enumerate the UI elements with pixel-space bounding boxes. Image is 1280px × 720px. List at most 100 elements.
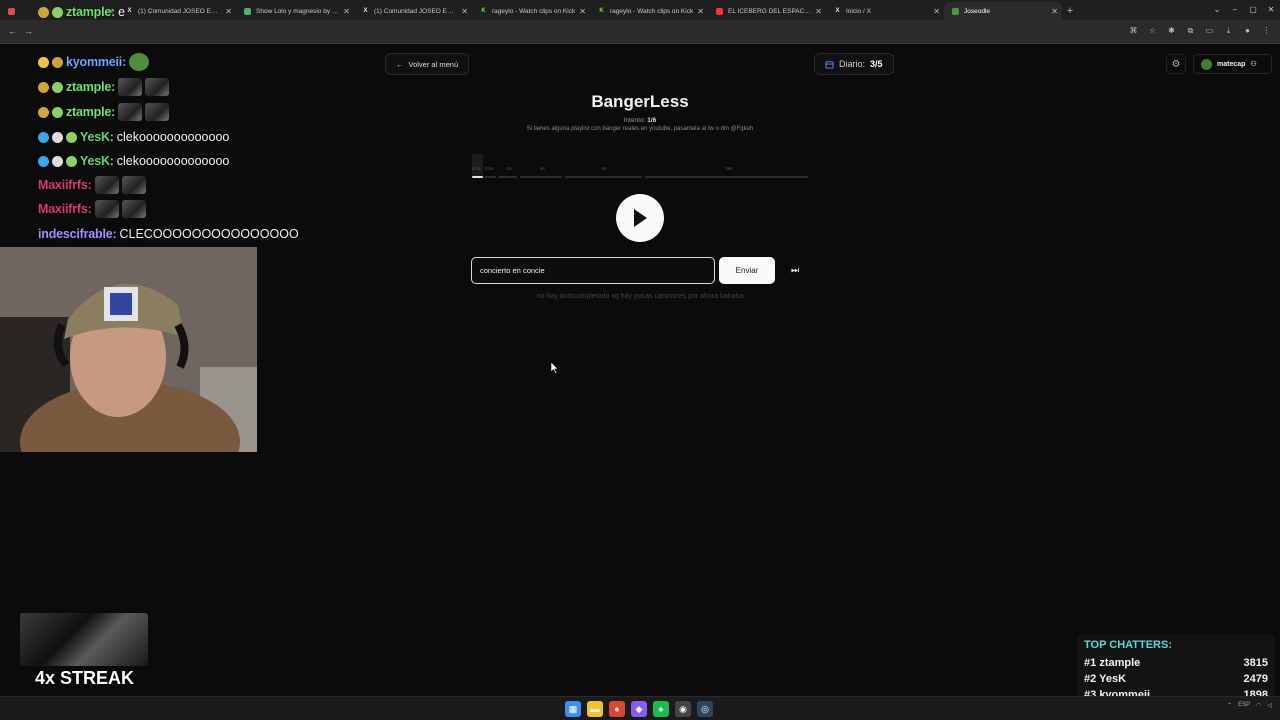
chat-username: ztample: [66,5,116,19]
browser-toolbar-icons: ⌘ ☆ ✱ ⧉ ▭ ⤓ ● ⋮ [1128,25,1272,36]
browser-tab[interactable]: X Inicio / X ✕ [826,2,944,20]
chevron-up-icon[interactable]: ⌃ [1227,702,1232,709]
start-icon[interactable]: ▦ [565,701,581,717]
chat-badge-icon [38,81,49,93]
daily-counter: Diario: 3/5 [814,53,894,75]
chat-badge-icon [52,6,63,18]
tab-favicon-icon [8,7,15,15]
audio-timeline[interactable]: 0.1s 0.5s 2s 4s 8s 15s [472,154,808,180]
chat-message: ztample: e [38,5,125,19]
play-icon [634,209,647,227]
browser-tab[interactable]: EL ICEBERG DEL ESPACIO EXPL✕ [708,2,826,20]
tab-title: EL ICEBERG DEL ESPACIO EXPL [728,7,812,15]
close-icon[interactable]: ✕ [1051,7,1058,16]
new-tab-button[interactable]: + [1062,2,1078,20]
autocomplete-hint: no hay autocompletado xq hay pocas canci… [536,293,744,300]
app-icon[interactable]: ◆ [631,701,647,717]
send-button[interactable]: Enviar [719,257,775,284]
puzzle-icon[interactable]: ⧉ [1185,25,1196,36]
browser-tab[interactable]: Krageylo - Watch clips on Kick ✕ [590,2,708,20]
browser-tab[interactable]: Show Lolo y magnesio by @Ra ✕ [236,2,354,20]
mouse-cursor-icon [551,362,559,374]
close-icon[interactable]: ✕ [933,7,940,16]
browser-tab[interactable]: X (1) Comunidad JOSEO EXCLUSI ✕ [118,2,236,20]
volume-icon[interactable]: ◁ [1267,702,1272,709]
skip-button[interactable]: ⏭ [783,257,807,284]
chat-message: ztample: [38,78,170,96]
guess-input[interactable] [471,257,715,284]
tab-title: (1) Comunidad JOSEO EXCLUSI [138,7,221,15]
close-icon[interactable]: ✕ [815,7,822,16]
folder-icon[interactable]: ▬ [587,701,603,717]
top-chatter-row: #2 YesK 2479 [1084,671,1268,687]
back-to-menu-button[interactable]: ← Volver al menú [385,53,470,75]
timeline-segment [565,176,642,178]
chat-text: clekooooooooooooo [116,130,230,144]
calendar-icon [825,60,834,69]
chat-badge-icon [66,155,77,167]
chat-text: CLECOOOOOOOOOOOOOOO [119,227,299,241]
browser-tab[interactable]: Krageylo - Watch clips on Kick ✕ [472,2,590,20]
obs-icon[interactable]: ◉ [675,701,691,717]
chat-badge-icon [52,56,63,68]
tab-title: Show Lolo y magnesio by @Ra [256,7,340,15]
forward-arrow-icon[interactable]: → [24,26,33,36]
close-icon[interactable]: ✕ [225,7,232,16]
browser-toolbar: ← → ⌘ ☆ ✱ ⧉ ▭ ⤓ ● ⋮ [0,20,1280,44]
chat-badge-icon [38,56,49,68]
tab-favicon-icon: K [599,8,604,14]
download-icon[interactable]: ⤓ [1223,25,1234,36]
menu-icon[interactable]: ⋮ [1261,25,1272,36]
chat-message: kyommeii: [38,53,150,71]
minimize-icon[interactable]: – [1226,0,1244,20]
tab-title: rageylo - Watch clips on Kick [492,7,576,15]
star-icon[interactable]: ☆ [1147,25,1158,36]
chevron-down-icon[interactable]: ⌄ [1208,0,1226,20]
close-icon[interactable]: ✕ [461,7,468,16]
profile-icon[interactable]: ● [1242,25,1253,36]
chat-badge-icon [38,131,49,143]
wifi-icon[interactable]: ◠ [1256,702,1261,709]
back-arrow-icon[interactable]: ← [8,26,17,36]
user-icon: ⚇ [1250,61,1257,68]
top-chatter-name-group: #1 ztample [1084,655,1140,671]
attempt-label: Intento: [623,117,646,124]
chat-emote-icon [121,200,146,218]
tab-favicon-icon: X [363,8,368,14]
close-icon[interactable]: ✕ [343,7,350,16]
close-icon[interactable]: ✕ [1262,0,1280,20]
translate-icon[interactable]: ⌘ [1128,25,1139,36]
daily-label: Diario: [839,59,866,69]
play-button[interactable] [616,194,664,242]
spotify-icon[interactable]: ● [653,701,669,717]
settings-button[interactable]: ⚙ [1166,54,1186,74]
chat-username: Maxiifrfs: [38,178,92,192]
close-icon[interactable]: ✕ [579,7,586,16]
chat-emote-icon [94,200,119,218]
browser-tab[interactable]: X (1) Comunidad JOSEO EXCLUSI ✕ [354,2,472,20]
chat-message: Maxiifrfs: [38,200,146,218]
chrome-icon[interactable]: ● [609,701,625,717]
chat-username: ztample: [66,80,116,94]
tab-favicon-icon [244,7,251,15]
maximize-icon[interactable]: ▢ [1244,0,1262,20]
sidebar-icon[interactable]: ▭ [1204,25,1215,36]
chat-emote-icon [118,78,143,96]
chat-badge-icon [38,106,49,118]
browser-tab[interactable]: Joseodle ✕ [944,2,1062,20]
tab-favicon-icon: K [481,8,486,14]
window-controls: ⌄ – ▢ ✕ [1208,0,1280,20]
user-menu[interactable]: matecap ⚇ [1193,54,1272,74]
top-chatter-count: 3815 [1243,657,1268,669]
chat-username: ztample: [66,105,116,119]
chat-badge-icon [52,155,63,167]
close-icon[interactable]: ✕ [697,7,704,16]
extension-icon[interactable]: ✱ [1166,25,1177,36]
steam-icon[interactable]: ◎ [697,701,713,717]
timeline-tick-label: 8s [602,166,607,171]
attempt-counter: Intento: 1/6 [440,117,840,124]
tab-favicon-icon [716,7,723,15]
arrow-left-icon: ← [396,59,404,69]
top-chatter-rank: #2 [1084,673,1097,685]
language-indicator[interactable]: ESP [1238,702,1250,709]
